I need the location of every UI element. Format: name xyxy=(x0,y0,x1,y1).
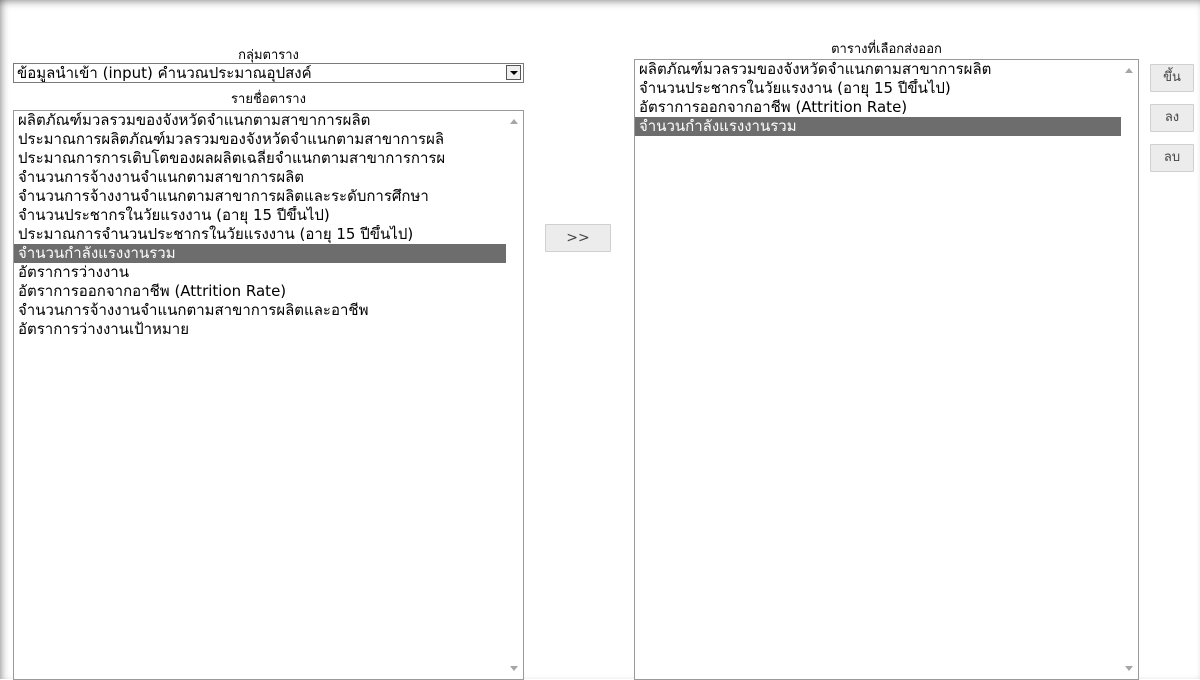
export-listbox[interactable]: ผลิตภัณฑ์มวลรวมของจังหวัดจำแนกตามสาขาการ… xyxy=(634,59,1139,680)
table-list-caption: รายชื่อตาราง xyxy=(231,92,306,107)
move-down-button[interactable]: ลง xyxy=(1150,104,1194,132)
chevron-down-icon[interactable] xyxy=(506,65,521,80)
table-list-item[interactable]: จำนวนการจ้างงานจำแนกตามสาขาการผลิตและระด… xyxy=(14,187,523,206)
table-list: ผลิตภัณฑ์มวลรวมของจังหวัดจำแนกตามสาขาการ… xyxy=(14,111,523,339)
table-list-item[interactable]: ประมาณการผลิตภัณฑ์มวลรวมของจังหวัดจำแนกต… xyxy=(14,130,523,149)
table-list-item[interactable]: อัตราการออกจากอาชีพ (Attrition Rate) xyxy=(14,282,523,301)
delete-button[interactable]: ลบ xyxy=(1150,144,1194,172)
scroll-down-icon[interactable] xyxy=(1125,666,1133,671)
export-list-item[interactable]: อัตราการออกจากอาชีพ (Attrition Rate) xyxy=(635,98,1138,117)
export-list: ผลิตภัณฑ์มวลรวมของจังหวัดจำแนกตามสาขาการ… xyxy=(635,60,1138,136)
table-list-item[interactable]: จำนวนประชากรในวัยแรงงาน (อายุ 15 ปีขึ้นไ… xyxy=(14,206,523,225)
scroll-down-icon[interactable] xyxy=(510,666,518,671)
move-up-button[interactable]: ขึ้น xyxy=(1150,64,1194,92)
scroll-up-icon[interactable] xyxy=(510,119,518,124)
table-list-item[interactable]: ผลิตภัณฑ์มวลรวมของจังหวัดจำแนกตามสาขาการ… xyxy=(14,111,523,130)
table-group-caption: กลุ่มตาราง xyxy=(238,48,299,63)
table-group-select[interactable]: ข้อมูลนำเข้า (input) คำนวณประมาณอุปสงค์ xyxy=(13,63,524,83)
table-group-select-value: ข้อมูลนำเข้า (input) คำนวณประมาณอุปสงค์ xyxy=(17,64,312,82)
export-list-item[interactable]: ผลิตภัณฑ์มวลรวมของจังหวัดจำแนกตามสาขาการ… xyxy=(635,60,1138,79)
export-list-item[interactable]: จำนวนกำลังแรงงานรวม xyxy=(635,117,1138,136)
table-list-item[interactable]: จำนวนการจ้างงานจำแนกตามสาขาการผลิตและอาช… xyxy=(14,301,523,320)
scroll-up-icon[interactable] xyxy=(1125,68,1133,73)
table-list-item[interactable]: อัตราการว่างงาน xyxy=(14,263,523,282)
table-list-item[interactable]: อัตราการว่างงานเป้าหมาย xyxy=(14,320,523,339)
export-list-item[interactable]: จำนวนประชากรในวัยแรงงาน (อายุ 15 ปีขึ้นไ… xyxy=(635,79,1138,98)
export-list-caption: ตารางที่เลือกส่งออก xyxy=(831,42,942,57)
export-list-scrollbar[interactable] xyxy=(1121,60,1138,679)
table-listbox[interactable]: ผลิตภัณฑ์มวลรวมของจังหวัดจำแนกตามสาขาการ… xyxy=(13,110,524,680)
table-list-item[interactable]: จำนวนการจ้างงานจำแนกตามสาขาการผลิต xyxy=(14,168,523,187)
table-list-item[interactable]: ประมาณการการเติบโตของผลผลิตเฉลี่ยจำแนกตา… xyxy=(14,149,523,168)
table-list-item[interactable]: ประมาณการจำนวนประชากรในวัยแรงงาน (อายุ 1… xyxy=(14,225,523,244)
table-list-scrollbar[interactable] xyxy=(506,111,523,679)
add-to-export-button[interactable]: >> xyxy=(545,224,611,252)
table-list-item[interactable]: จำนวนกำลังแรงงานรวม xyxy=(14,244,523,263)
